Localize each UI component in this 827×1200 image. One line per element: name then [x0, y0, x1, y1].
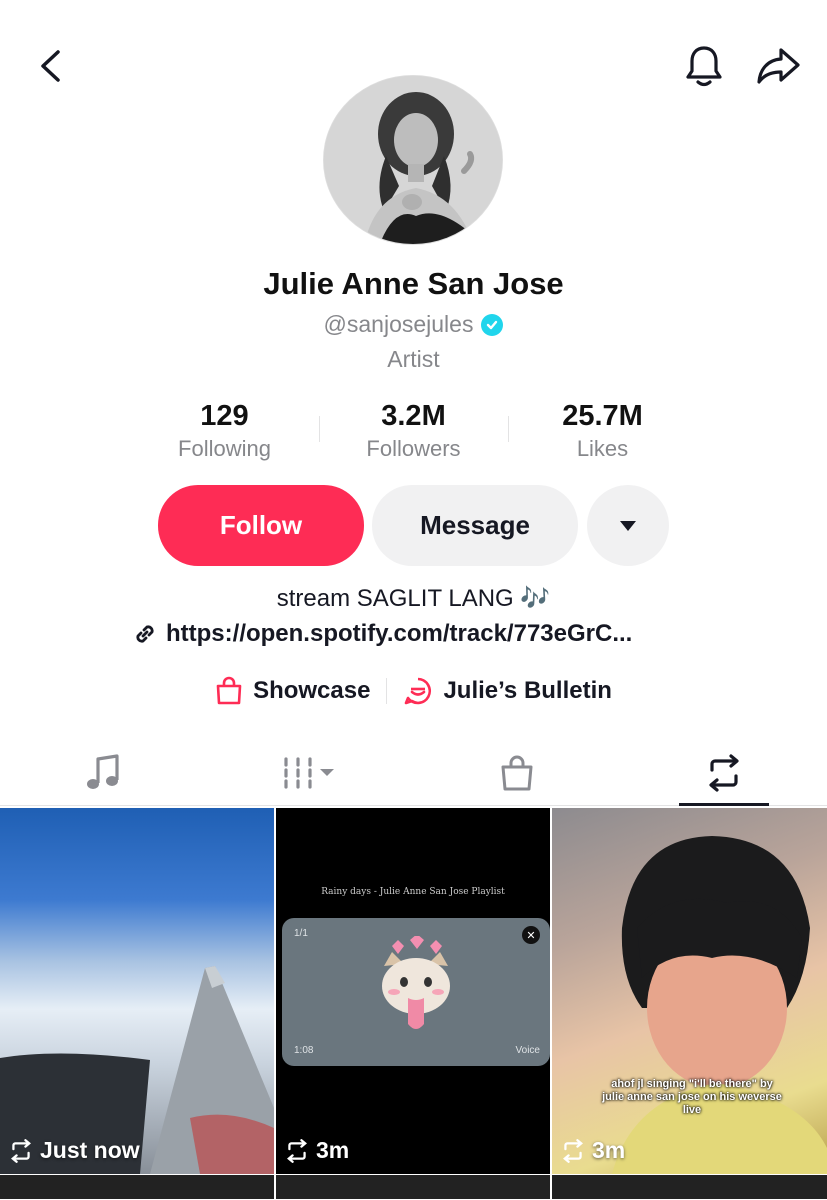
close-icon: ✕ — [522, 926, 540, 944]
video-time: 3m — [316, 1137, 350, 1163]
person-image — [612, 836, 827, 1174]
video-grid: Just now Rainy days - Julie Anne San Jos… — [0, 808, 827, 1200]
popup-time: 1:08 — [294, 1045, 314, 1056]
stat-following[interactable]: 129 Following — [130, 398, 319, 464]
showcase-label: Showcase — [253, 677, 371, 704]
profile-handle: @sanjosejules — [323, 311, 474, 337]
avatar-photo — [324, 76, 502, 244]
tab-shop[interactable] — [414, 740, 621, 805]
video-thumbnail[interactable]: ahof jl singing "i'll be there" by julie… — [552, 808, 827, 1174]
caret-down-icon — [620, 520, 636, 531]
video-label: 3m — [560, 1137, 625, 1164]
profile-name: Julie Anne San Jose — [263, 266, 564, 301]
back-button[interactable] — [28, 44, 72, 88]
share-arrow-icon — [757, 48, 800, 84]
video-time: 3m — [592, 1137, 626, 1163]
shopping-bag-icon — [501, 755, 533, 790]
repost-icon — [709, 753, 739, 792]
video-label: Just now — [8, 1137, 140, 1164]
video-thumbnail[interactable] — [0, 1175, 274, 1199]
stat-likes[interactable]: 25.7M Likes — [508, 398, 697, 464]
playlist-grid-icon — [284, 756, 335, 789]
handle-row: @sanjosejules — [0, 311, 827, 338]
video-thumbnail[interactable]: Rainy days - Julie Anne San Jose Playlis… — [276, 808, 550, 1174]
profile-avatar[interactable] — [323, 75, 503, 245]
tab-reposts[interactable] — [620, 740, 827, 805]
repost-icon — [287, 1138, 307, 1163]
profile-category: Artist — [387, 346, 440, 372]
airplane-wing-image — [0, 966, 274, 1174]
popup-count: 1/1 — [294, 928, 308, 939]
video-thumbnail[interactable]: Just now — [0, 808, 274, 1174]
video-overlay-title: Rainy days - Julie Anne San Jose Playlis… — [321, 887, 505, 897]
stat-value: 25.7M — [562, 400, 643, 432]
profile-extras: Showcase Julie’s Bulletin — [0, 676, 827, 706]
bulletin-link[interactable]: Julie’s Bulletin — [387, 676, 627, 706]
stat-label: Likes — [576, 436, 629, 461]
stat-value: 129 — [200, 400, 249, 432]
stat-followers[interactable]: 3.2M Followers — [319, 398, 508, 464]
popup-voice-label: Voice — [515, 1045, 540, 1056]
repost-icon — [563, 1138, 583, 1163]
profile-stats: 129 Following 3.2M Followers 25.7M Likes — [130, 398, 697, 464]
profile-link-text: https://open.spotify.com/track/773eGrC..… — [166, 620, 633, 647]
stat-label: Following — [178, 436, 271, 461]
message-button[interactable]: Message — [372, 485, 578, 566]
repost-icon — [11, 1138, 31, 1163]
video-caption: ahof jl singing "i'll be there" by julie… — [602, 1078, 782, 1116]
video-thumbnail[interactable] — [552, 1175, 827, 1199]
video-label: 3m — [284, 1137, 349, 1164]
suggested-accounts-button[interactable] — [587, 485, 669, 566]
tab-music[interactable] — [0, 740, 207, 805]
bulletin-label: Julie’s Bulletin — [443, 677, 612, 704]
video-thumbnail[interactable] — [276, 1175, 550, 1199]
video-time: Just now — [40, 1137, 140, 1163]
bell-icon — [686, 46, 722, 87]
verified-badge-icon — [481, 313, 504, 336]
tab-playlists[interactable] — [207, 740, 414, 805]
stat-value: 3.2M — [381, 400, 446, 432]
stat-label: Followers — [366, 436, 461, 461]
profile-link[interactable]: https://open.spotify.com/track/773eGrC..… — [132, 620, 632, 648]
music-note-icon — [87, 753, 119, 789]
bulletin-icon — [405, 677, 432, 705]
notification-bell-button[interactable] — [680, 42, 728, 90]
profile-tabs — [0, 740, 827, 806]
showcase-link[interactable]: Showcase — [199, 676, 386, 706]
voice-popup: 1/1 ✕ 1:08 Voice — [282, 918, 550, 1066]
shopping-bag-icon — [216, 676, 242, 705]
follow-button[interactable]: Follow — [158, 485, 364, 566]
cat-sticker-image — [382, 936, 450, 1029]
link-icon — [136, 625, 154, 643]
profile-bio: stream SAGLIT LANG 🎶 — [276, 585, 551, 612]
share-button[interactable] — [752, 42, 804, 90]
chevron-left-icon — [41, 50, 60, 82]
